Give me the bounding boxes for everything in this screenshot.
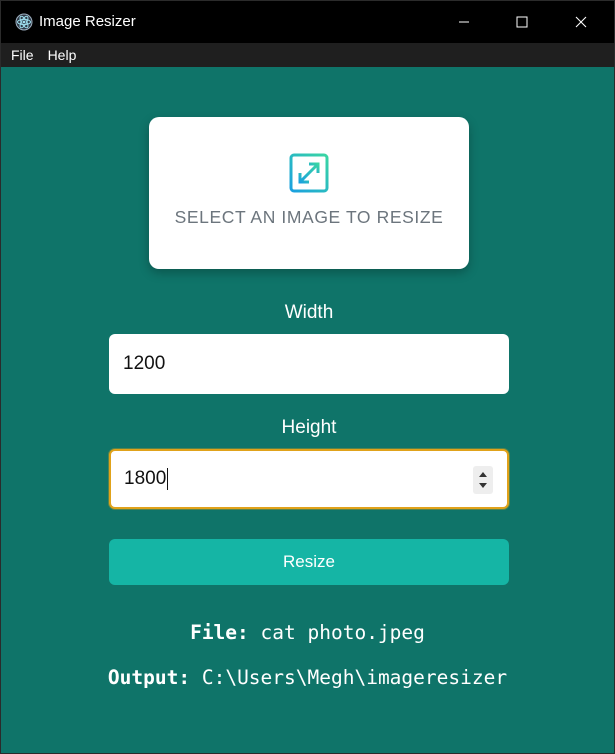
spin-up-icon[interactable]	[479, 472, 487, 477]
app-icon	[15, 13, 33, 31]
close-button[interactable]	[558, 1, 604, 43]
file-name: cat photo.jpeg	[260, 621, 425, 644]
file-info: File: cat photo.jpeg	[1, 621, 614, 644]
select-image-dropzone[interactable]: SELECT AN IMAGE TO RESIZE	[149, 117, 469, 269]
maximize-icon	[516, 16, 528, 28]
maximize-button[interactable]	[499, 1, 545, 43]
resize-button[interactable]: Resize	[109, 539, 509, 585]
width-value: 1200	[123, 353, 166, 374]
minimize-icon	[459, 21, 469, 23]
app-window: Image Resizer File Help SELECT AN IMAGE …	[0, 0, 615, 754]
select-image-label: SELECT AN IMAGE TO RESIZE	[174, 207, 444, 227]
spin-down-icon[interactable]	[479, 483, 487, 488]
number-spinner[interactable]	[473, 466, 493, 494]
expand-icon	[289, 153, 329, 193]
menu-help[interactable]: Help	[42, 43, 83, 67]
output-path: C:\Users\Megh\imageresizer	[201, 666, 508, 689]
width-label: Width	[284, 302, 334, 323]
menu-bar: File Help	[1, 43, 614, 67]
minimize-button[interactable]	[441, 1, 487, 43]
width-input[interactable]: 1200	[109, 334, 509, 394]
file-label: File:	[190, 621, 249, 644]
menu-file[interactable]: File	[5, 43, 40, 67]
output-info: Output: C:\Users\Megh\imageresizer	[1, 666, 614, 689]
window-title: Image Resizer	[39, 13, 136, 30]
title-bar[interactable]: Image Resizer	[1, 1, 614, 43]
text-cursor	[167, 468, 169, 490]
output-label: Output:	[107, 666, 191, 689]
height-value: 1800	[124, 468, 167, 489]
height-label: Height	[281, 417, 337, 438]
height-input[interactable]: 1800	[109, 449, 509, 509]
close-icon	[575, 16, 587, 28]
